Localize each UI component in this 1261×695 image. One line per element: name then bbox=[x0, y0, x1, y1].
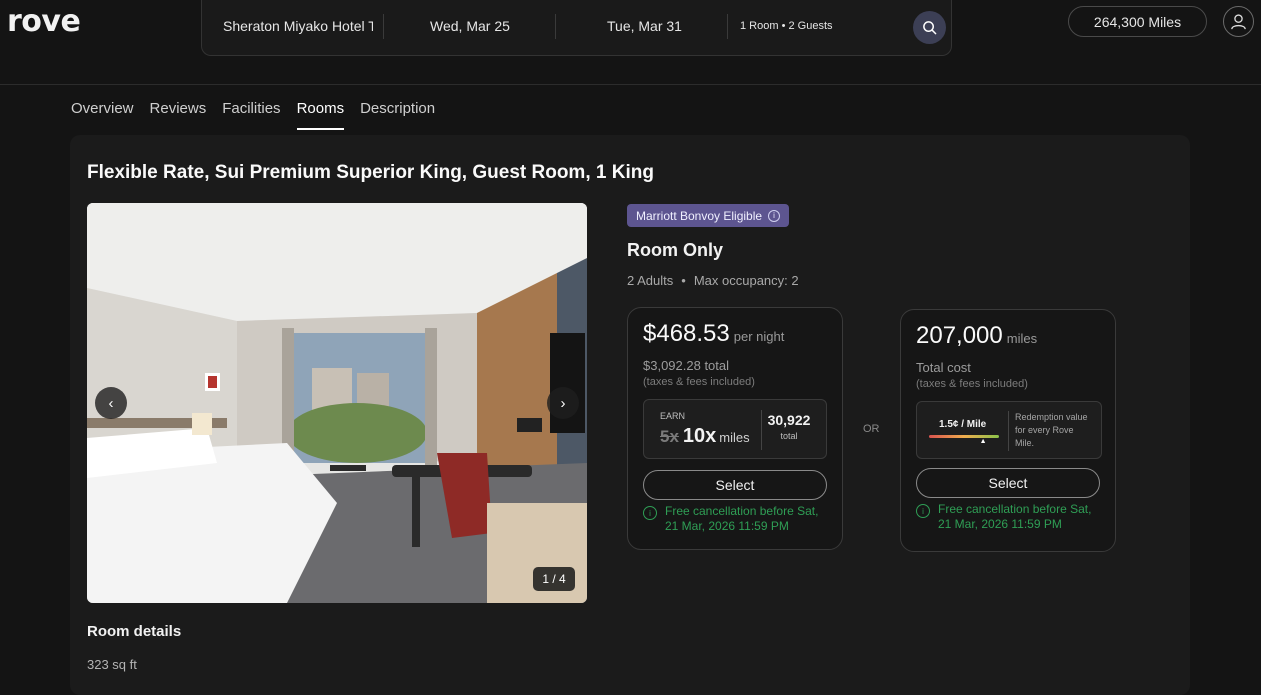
earn-new-multiplier: 10x bbox=[682, 425, 717, 447]
section-tabs: Overview Reviews Facilities Rooms Descri… bbox=[71, 100, 451, 130]
adults-count: 2 Adults bbox=[627, 273, 674, 288]
checkout-field[interactable]: Tue, Mar 31 bbox=[607, 18, 682, 34]
miles-balance[interactable]: 264,300 Miles bbox=[1068, 6, 1207, 37]
earn-label: EARN bbox=[660, 411, 686, 421]
max-occupancy: Max occupancy: 2 bbox=[693, 273, 799, 288]
miles-cost: 207,000 miles bbox=[916, 322, 1037, 350]
cash-cancellation: i Free cancellation before Sat, 21 Mar, … bbox=[643, 504, 833, 534]
room-size: 323 sq ft bbox=[87, 657, 137, 672]
tab-rooms[interactable]: Rooms bbox=[296, 100, 345, 130]
earn-multiplier: 5x 10x miles bbox=[660, 425, 750, 448]
photo-counter: 1 / 4 bbox=[533, 567, 575, 591]
guests-field[interactable]: 1 Room • 2 Guests bbox=[740, 20, 833, 32]
search-bar: Sheraton Miyako Hotel T Wed, Mar 25 Tue,… bbox=[201, 0, 952, 56]
occupancy-info: 2 Adults • Max occupancy: 2 bbox=[627, 273, 799, 288]
gauge-marker-icon: ▲ bbox=[979, 438, 987, 445]
cash-taxes-note: (taxes & fees included) bbox=[643, 376, 755, 388]
search-divider bbox=[383, 14, 384, 39]
search-icon bbox=[923, 21, 937, 35]
checkin-field[interactable]: Wed, Mar 25 bbox=[430, 18, 510, 34]
redemption-gauge bbox=[929, 435, 999, 438]
miles-cancellation: i Free cancellation before Sat, 21 Mar, … bbox=[916, 502, 1106, 532]
info-icon: i bbox=[916, 504, 930, 518]
bullet-separator: • bbox=[681, 273, 686, 288]
info-icon[interactable]: i bbox=[768, 209, 781, 222]
cash-cancellation-text: Free cancellation before Sat, 21 Mar, 20… bbox=[665, 504, 819, 533]
account-button[interactable] bbox=[1223, 6, 1254, 37]
redemption-value-box: 1.5¢ / Mile ▲ Redemption value for every… bbox=[916, 401, 1102, 459]
search-divider bbox=[555, 14, 556, 39]
miles-taxes-note: (taxes & fees included) bbox=[916, 378, 1028, 390]
chevron-left-icon: ‹ bbox=[108, 394, 114, 412]
info-icon: i bbox=[643, 506, 657, 520]
earn-miles-box: EARN 5x 10x miles 30,922 total bbox=[643, 399, 827, 459]
redemption-note: Redemption value for every Rove Mile. bbox=[1015, 412, 1088, 448]
earn-unit: miles bbox=[719, 430, 750, 445]
miles-cost-value: 207,000 bbox=[916, 322, 1003, 349]
room-details-heading: Room details bbox=[87, 623, 182, 640]
cash-price-box: $468.53 per night $3,092.28 total (taxes … bbox=[627, 307, 843, 550]
room-photo-image bbox=[87, 203, 587, 603]
or-separator: OR bbox=[863, 423, 880, 435]
next-photo-button[interactable]: › bbox=[547, 387, 579, 419]
nightly-price-unit: per night bbox=[733, 329, 785, 344]
miles-cancellation-text: Free cancellation before Sat, 21 Mar, 20… bbox=[938, 502, 1092, 531]
badge-label: Marriott Bonvoy Eligible bbox=[636, 208, 763, 223]
tab-reviews[interactable]: Reviews bbox=[150, 100, 207, 130]
miles-cost-unit: miles bbox=[1006, 331, 1038, 346]
earn-total-label: total bbox=[780, 431, 798, 441]
cash-total: $3,092.28 total bbox=[643, 358, 730, 373]
gauge-divider bbox=[1008, 411, 1009, 451]
prev-photo-button[interactable]: ‹ bbox=[95, 387, 127, 419]
select-miles-button[interactable]: Select bbox=[916, 468, 1100, 498]
miles-price-box: 207,000 miles Total cost (taxes & fees in… bbox=[900, 309, 1116, 552]
bonvoy-badge: Marriott Bonvoy Eligible i bbox=[627, 204, 790, 227]
room-title: Flexible Rate, Sui Premium Superior King… bbox=[87, 162, 654, 183]
redemption-rate: 1.5¢ / Mile bbox=[939, 419, 987, 430]
search-divider bbox=[727, 14, 728, 39]
top-bar: rove Sheraton Miyako Hotel T Wed, Mar 25… bbox=[0, 0, 1261, 85]
miles-total-label: Total cost bbox=[916, 360, 971, 375]
search-button[interactable] bbox=[913, 11, 946, 44]
earn-total-miles: 30,922 bbox=[767, 412, 811, 428]
select-cash-button[interactable]: Select bbox=[643, 470, 827, 500]
tab-facilities[interactable]: Facilities bbox=[222, 100, 280, 130]
nightly-price: $468.53 per night bbox=[643, 320, 784, 348]
plan-name: Room Only bbox=[627, 240, 724, 260]
rove-logo[interactable]: rove bbox=[7, 4, 81, 39]
tab-overview[interactable]: Overview bbox=[71, 100, 134, 130]
nightly-price-value: $468.53 bbox=[643, 320, 730, 347]
earn-divider bbox=[761, 410, 762, 450]
tab-description[interactable]: Description bbox=[360, 100, 435, 130]
chevron-right-icon: › bbox=[560, 394, 566, 412]
hotel-field[interactable]: Sheraton Miyako Hotel T bbox=[223, 18, 373, 34]
earn-old-multiplier: 5x bbox=[660, 427, 679, 446]
room-photo[interactable] bbox=[87, 203, 587, 603]
user-icon bbox=[1231, 14, 1246, 30]
